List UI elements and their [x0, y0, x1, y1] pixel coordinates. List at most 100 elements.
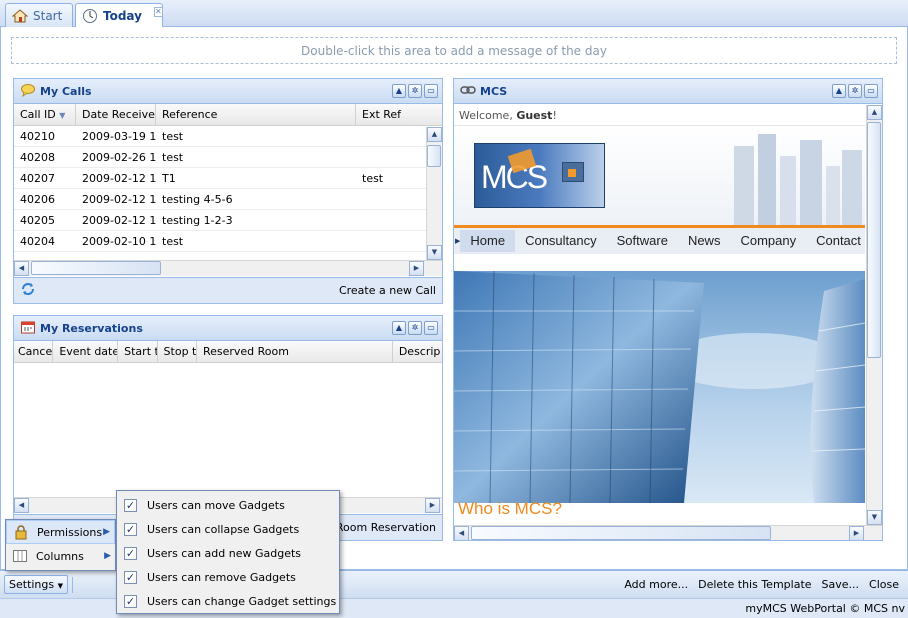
- table-row[interactable]: 40206 2009-02-12 16: testing 4-5-6: [14, 189, 442, 210]
- table-row[interactable]: 40210 2009-03-19 11: test: [14, 126, 442, 147]
- column-start-time[interactable]: Start ti: [118, 341, 158, 362]
- calendar-icon: [20, 319, 36, 338]
- permission-add-gadgets[interactable]: ✓ Users can add new Gadgets: [117, 541, 339, 565]
- column-date-received[interactable]: Date Received: [76, 104, 156, 125]
- who-is-mcs-heading: Who is MCS?: [458, 499, 562, 518]
- checkbox-checked-icon[interactable]: ✓: [124, 498, 137, 512]
- tab-strip: Start Today ✕: [0, 0, 908, 28]
- panel-header[interactable]: My Calls ▲ ✲ ▭: [14, 79, 442, 104]
- panel-title: MCS: [480, 84, 508, 98]
- welcome-text: Welcome, Guest!: [454, 105, 865, 126]
- nav-contact[interactable]: Contact: [806, 230, 865, 252]
- refresh-icon[interactable]: [20, 281, 36, 300]
- column-stop-time[interactable]: Stop tir: [158, 341, 197, 362]
- add-more-button[interactable]: Add more...: [619, 578, 693, 591]
- sort-desc-icon: ▼: [59, 111, 66, 120]
- menu-item-columns[interactable]: Columns ▶: [6, 544, 115, 568]
- separator: [72, 576, 74, 593]
- scroll-down-icon[interactable]: ▼: [427, 245, 442, 260]
- settings-menu: Permissions ▶ Columns ▶: [5, 519, 116, 571]
- create-call-button[interactable]: Create a new Call: [339, 284, 436, 297]
- submenu-arrow-icon: ▶: [103, 527, 110, 537]
- site-banner: MCS: [454, 126, 865, 225]
- permission-move-gadgets[interactable]: ✓ Users can move Gadgets: [117, 493, 339, 517]
- scroll-left-icon[interactable]: ◀: [14, 261, 29, 276]
- maximize-icon[interactable]: ▭: [864, 84, 878, 98]
- lock-icon: [13, 524, 29, 540]
- column-reference[interactable]: Reference: [156, 104, 356, 125]
- tab-today[interactable]: Today ✕: [75, 3, 163, 28]
- permissions-submenu: ✓ Users can move Gadgets ✓ Users can col…: [116, 490, 340, 614]
- horizontal-scrollbar[interactable]: ◀ ▶: [454, 525, 882, 540]
- tab-label: Today: [103, 9, 142, 23]
- mcs-logo[interactable]: MCS: [474, 143, 605, 208]
- collapse-icon[interactable]: ▲: [832, 84, 846, 98]
- column-ext-ref[interactable]: Ext Ref: [356, 104, 426, 125]
- horizontal-scrollbar[interactable]: ◀ ▶: [14, 260, 442, 276]
- nav-home[interactable]: Home: [460, 230, 516, 252]
- panel-footer: Create a new Call: [14, 277, 442, 303]
- submenu-arrow-icon: ▶: [104, 551, 111, 561]
- gear-icon[interactable]: ✲: [408, 321, 422, 335]
- save-button[interactable]: Save...: [817, 578, 865, 591]
- column-call-id[interactable]: Call ID ▼: [14, 104, 76, 125]
- vertical-scrollbar[interactable]: ▲ ▼: [426, 127, 442, 260]
- scroll-up-icon[interactable]: ▲: [867, 105, 882, 120]
- columns-icon: [12, 548, 28, 564]
- maximize-icon[interactable]: ▭: [424, 321, 438, 335]
- table-row[interactable]: 40207 2009-02-12 16: T1 test: [14, 168, 442, 189]
- close-button[interactable]: Close: [864, 578, 904, 591]
- collapse-icon[interactable]: ▲: [392, 84, 406, 98]
- scroll-down-icon[interactable]: ▼: [867, 510, 882, 525]
- settings-button[interactable]: Settings ▼: [4, 575, 69, 594]
- panel-header[interactable]: My Reservations ▲ ✲ ▭: [14, 316, 442, 341]
- scroll-right-icon[interactable]: ▶: [409, 261, 424, 276]
- site-navigation: ▶ Home Consultancy Software News Company…: [454, 225, 865, 254]
- checkbox-checked-icon[interactable]: ✓: [124, 522, 137, 536]
- scroll-right-icon[interactable]: ▶: [425, 498, 440, 513]
- scroll-left-icon[interactable]: ◀: [14, 498, 29, 513]
- scroll-thumb[interactable]: [867, 122, 881, 358]
- mcs-website-frame[interactable]: Welcome, Guest! MCS ▶ Home Consultancy S…: [454, 105, 865, 525]
- close-tab-icon[interactable]: ✕: [153, 7, 163, 17]
- permission-remove-gadgets[interactable]: ✓ Users can remove Gadgets: [117, 565, 339, 589]
- menu-item-permissions[interactable]: Permissions ▶: [6, 520, 115, 544]
- column-reserved-room[interactable]: Reserved Room: [197, 341, 393, 362]
- column-cancel[interactable]: Cancel: [14, 341, 54, 362]
- checkbox-checked-icon[interactable]: ✓: [124, 594, 137, 608]
- table-row[interactable]: 40208 2009-02-26 15: test: [14, 147, 442, 168]
- tab-start[interactable]: Start: [5, 3, 73, 27]
- scroll-thumb[interactable]: [427, 145, 441, 167]
- gear-icon[interactable]: ✲: [848, 84, 862, 98]
- home-icon: [11, 8, 29, 24]
- delete-template-button[interactable]: Delete this Template: [693, 578, 816, 591]
- nav-company[interactable]: Company: [730, 230, 806, 252]
- permission-collapse-gadgets[interactable]: ✓ Users can collapse Gadgets: [117, 517, 339, 541]
- grid-header: Cancel Event date Start ti Stop tir Rese…: [14, 341, 442, 363]
- vertical-scrollbar[interactable]: ▲ ▼: [866, 105, 882, 525]
- column-description[interactable]: Descrip: [393, 341, 442, 362]
- calls-grid-body: 40210 2009-03-19 11: test 40208 2009-02-…: [14, 126, 442, 252]
- checkbox-checked-icon[interactable]: ✓: [124, 546, 137, 560]
- checkbox-checked-icon[interactable]: ✓: [124, 570, 137, 584]
- nav-consultancy[interactable]: Consultancy: [515, 230, 607, 252]
- panel-header[interactable]: MCS ▲ ✲ ▭: [454, 79, 882, 104]
- column-event-date[interactable]: Event date: [53, 341, 119, 362]
- maximize-icon[interactable]: ▭: [424, 84, 438, 98]
- link-icon: [460, 82, 476, 101]
- scroll-thumb[interactable]: [31, 261, 161, 275]
- nav-news[interactable]: News: [678, 230, 731, 252]
- scroll-right-icon[interactable]: ▶: [849, 526, 864, 540]
- scroll-thumb[interactable]: [471, 526, 771, 540]
- scroll-left-icon[interactable]: ◀: [454, 526, 469, 540]
- permission-change-gadget-settings[interactable]: ✓ Users can change Gadget settings: [117, 589, 339, 613]
- my-calls-panel: My Calls ▲ ✲ ▭ Call ID ▼ Date Received R…: [13, 78, 443, 304]
- table-row[interactable]: 40204 2009-02-10 11: test: [14, 231, 442, 252]
- table-row[interactable]: 40205 2009-02-12 16: testing 1-2-3: [14, 210, 442, 231]
- message-of-the-day[interactable]: Double-click this area to add a message …: [11, 37, 897, 64]
- collapse-icon[interactable]: ▲: [392, 321, 406, 335]
- nav-software[interactable]: Software: [607, 230, 678, 252]
- chat-bubble-icon: [20, 82, 36, 101]
- gear-icon[interactable]: ✲: [408, 84, 422, 98]
- scroll-up-icon[interactable]: ▲: [427, 127, 442, 142]
